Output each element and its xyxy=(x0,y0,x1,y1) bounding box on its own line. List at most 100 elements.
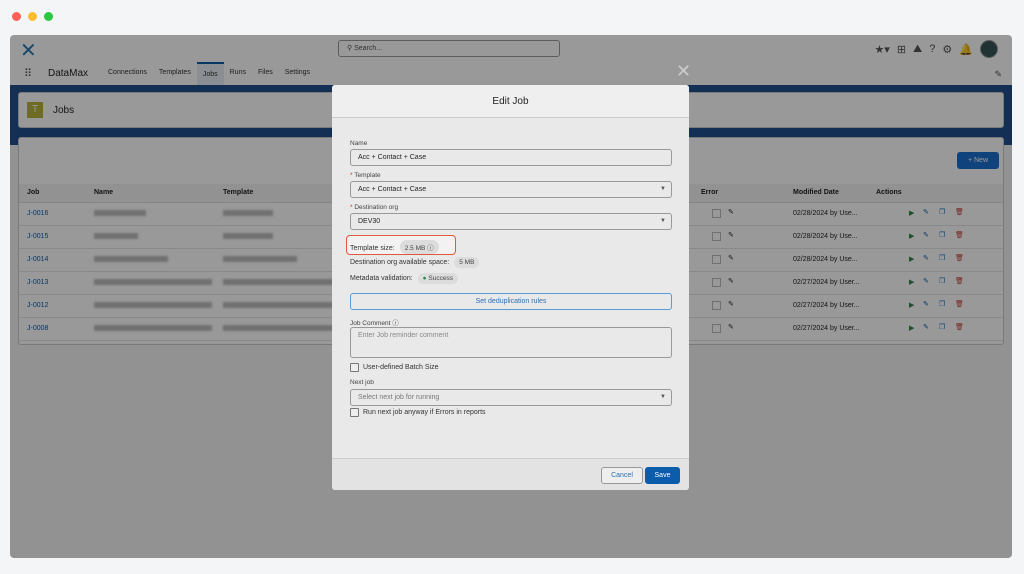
tab-files[interactable]: Files xyxy=(252,62,279,85)
job-link[interactable]: J-0014 xyxy=(27,256,48,263)
error-checkbox[interactable] xyxy=(712,324,721,333)
avatar[interactable] xyxy=(980,40,998,58)
job-link[interactable]: J-0012 xyxy=(27,302,48,309)
edit-error-icon[interactable]: ✎ xyxy=(728,277,734,285)
error-checkbox[interactable] xyxy=(712,209,721,218)
delete-icon[interactable]: 🗑 xyxy=(955,231,964,239)
trailhead-icon[interactable]: ⛰ xyxy=(913,43,922,56)
run-icon[interactable]: ▶ xyxy=(909,232,914,240)
batch-size-label: User-defined Batch Size xyxy=(363,364,439,371)
copy-icon[interactable]: ❐ xyxy=(939,231,945,239)
copy-icon[interactable]: ❐ xyxy=(939,208,945,216)
minimize-window-button[interactable] xyxy=(28,12,37,21)
comment-label: Job Comment ⓘ xyxy=(350,317,399,327)
delete-icon[interactable]: 🗑 xyxy=(955,254,964,262)
delete-icon[interactable]: 🗑 xyxy=(955,323,964,331)
add-icon[interactable]: ⊞ xyxy=(897,43,906,56)
template-cell xyxy=(223,279,333,287)
run-anyway-checkbox[interactable] xyxy=(350,408,359,417)
job-link[interactable]: J-0015 xyxy=(27,233,48,240)
window-controls xyxy=(12,12,53,21)
edit-error-icon[interactable]: ✎ xyxy=(728,300,734,308)
run-icon[interactable]: ▶ xyxy=(909,255,914,263)
copy-icon[interactable]: ❐ xyxy=(939,323,945,331)
tab-connections[interactable]: Connections xyxy=(102,62,153,85)
error-checkbox[interactable] xyxy=(712,255,721,264)
help-icon[interactable]: ? xyxy=(929,43,935,55)
modified-cell: 02/27/2024 by User... xyxy=(793,279,860,286)
col-error[interactable]: Error xyxy=(701,189,718,196)
edit-error-icon[interactable]: ✎ xyxy=(728,231,734,239)
edit-nav-icon[interactable]: ✎ xyxy=(994,69,1002,80)
template-cell xyxy=(223,233,273,241)
edit-icon[interactable]: ✎ xyxy=(923,208,929,216)
name-cell xyxy=(94,210,146,218)
tab-jobs[interactable]: Jobs xyxy=(196,62,224,85)
run-icon[interactable]: ▶ xyxy=(909,209,914,217)
dest-value: DEV30 xyxy=(358,218,381,225)
save-button[interactable]: Save xyxy=(645,467,680,484)
batch-size-checkbox[interactable] xyxy=(350,363,359,372)
logo-icon: ✕ xyxy=(20,40,37,62)
chevron-down-icon: ▼ xyxy=(660,394,666,400)
dest-space-row: Destination org available space: 5 MB xyxy=(350,257,480,268)
close-window-button[interactable] xyxy=(12,12,21,21)
run-anyway-label: Run next job anyway if Errors in reports xyxy=(363,409,486,416)
modified-cell: 02/28/2024 by Use... xyxy=(793,256,858,263)
error-checkbox[interactable] xyxy=(712,232,721,241)
new-job-button[interactable]: + New xyxy=(957,152,999,169)
error-checkbox[interactable] xyxy=(712,278,721,287)
col-job[interactable]: Job xyxy=(27,189,39,196)
run-icon[interactable]: ▶ xyxy=(909,278,914,286)
dest-label-text: Destination org xyxy=(354,204,399,211)
next-job-select[interactable]: Select next job for running ▼ xyxy=(350,389,672,406)
info-icon[interactable]: ⓘ xyxy=(392,320,399,327)
chevron-down-icon: ▼ xyxy=(660,218,666,224)
delete-icon[interactable]: 🗑 xyxy=(955,300,964,308)
error-checkbox[interactable] xyxy=(712,301,721,310)
favorites-icon[interactable]: ★▾ xyxy=(874,43,889,56)
name-input[interactable]: Acc + Contact + Case xyxy=(350,149,672,166)
col-template[interactable]: Template xyxy=(223,189,253,196)
job-link[interactable]: J-0016 xyxy=(27,210,48,217)
maximize-window-button[interactable] xyxy=(44,12,53,21)
comment-placeholder: Enter Job reminder comment xyxy=(358,332,449,339)
name-cell xyxy=(94,256,168,264)
gear-icon[interactable]: ⚙ xyxy=(942,43,952,56)
search-input[interactable]: ⚲ Search... xyxy=(338,40,560,57)
info-icon[interactable]: ⓘ xyxy=(427,245,434,252)
edit-error-icon[interactable]: ✎ xyxy=(728,254,734,262)
set-dedup-rules-button[interactable]: Set deduplication rules xyxy=(350,293,672,310)
cancel-button[interactable]: Cancel xyxy=(601,467,643,484)
tab-runs[interactable]: Runs xyxy=(224,62,252,85)
app-launcher-icon[interactable]: ⠿ xyxy=(24,67,32,80)
delete-icon[interactable]: 🗑 xyxy=(955,277,964,285)
copy-icon[interactable]: ❐ xyxy=(939,277,945,285)
job-comment-textarea[interactable]: Enter Job reminder comment xyxy=(350,327,672,358)
copy-icon[interactable]: ❐ xyxy=(939,254,945,262)
edit-icon[interactable]: ✎ xyxy=(923,254,929,262)
tab-settings[interactable]: Settings xyxy=(279,62,316,85)
tab-templates[interactable]: Templates xyxy=(153,62,197,85)
run-icon[interactable]: ▶ xyxy=(909,301,914,309)
col-name[interactable]: Name xyxy=(94,189,113,196)
delete-icon[interactable]: 🗑 xyxy=(955,208,964,216)
template-size-badge: 2.5 MB ⓘ xyxy=(399,240,439,254)
edit-icon[interactable]: ✎ xyxy=(923,323,929,331)
job-link[interactable]: J-0008 xyxy=(27,325,48,332)
col-modified[interactable]: Modified Date xyxy=(793,189,839,196)
job-link[interactable]: J-0013 xyxy=(27,279,48,286)
destination-org-select[interactable]: DEV30 ▼ xyxy=(350,213,672,230)
bell-icon[interactable]: 🔔 xyxy=(959,43,973,56)
edit-error-icon[interactable]: ✎ xyxy=(728,323,734,331)
run-icon[interactable]: ▶ xyxy=(909,324,914,332)
copy-icon[interactable]: ❐ xyxy=(939,300,945,308)
edit-icon[interactable]: ✎ xyxy=(923,300,929,308)
edit-icon[interactable]: ✎ xyxy=(923,277,929,285)
edit-icon[interactable]: ✎ xyxy=(923,231,929,239)
template-cell xyxy=(223,256,297,264)
close-icon[interactable]: ✕ xyxy=(676,61,691,82)
template-select[interactable]: Acc + Contact + Case ▼ xyxy=(350,181,672,198)
edit-error-icon[interactable]: ✎ xyxy=(728,208,734,216)
dest-label: * Destination org xyxy=(350,204,398,211)
